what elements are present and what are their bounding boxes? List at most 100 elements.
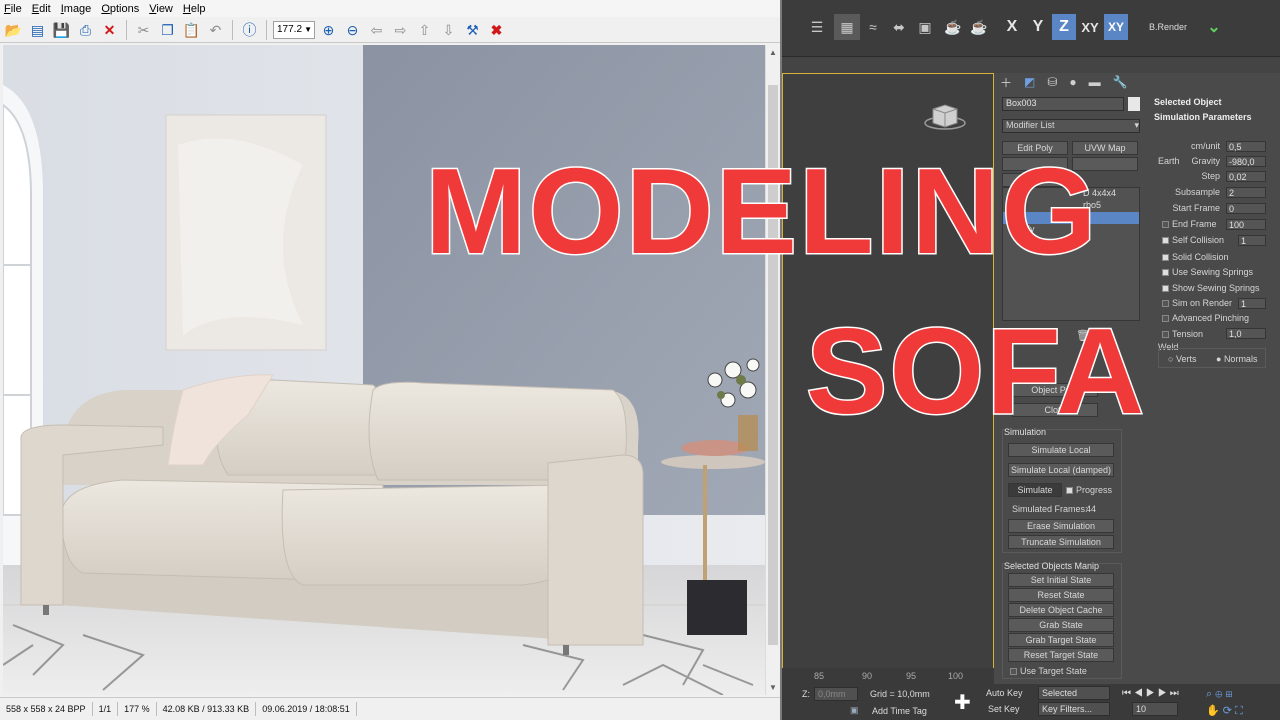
start-frame-spinner[interactable]: 0 xyxy=(1226,203,1266,214)
z-coordinate-field[interactable]: 0,0mm xyxy=(814,687,858,701)
axis-xy-cycle-button[interactable]: XY xyxy=(1104,14,1128,40)
previous-icon[interactable]: ⇦ xyxy=(366,19,387,40)
cut-icon[interactable]: ✂ xyxy=(133,19,154,40)
paste-icon[interactable]: 📋 xyxy=(181,19,202,40)
modifier-list-dropdown[interactable]: Modifier List ▾ xyxy=(1002,119,1140,133)
simulate-local-damped-button[interactable]: Simulate Local (damped) xyxy=(1008,463,1114,477)
curve-editor-icon[interactable]: ≈ xyxy=(860,14,886,40)
time-tag-icon[interactable]: ▣ xyxy=(850,705,859,716)
subsample-spinner[interactable]: 2 xyxy=(1226,187,1266,198)
grab-state-button[interactable]: Grab State xyxy=(1008,618,1114,632)
advanced-pinching-checkbox[interactable]: Advanced Pinching xyxy=(1162,313,1249,323)
earth-button[interactable]: Earth xyxy=(1158,156,1180,166)
save-icon[interactable]: 💾 xyxy=(51,19,72,40)
settings-icon[interactable]: ⚒ xyxy=(462,19,483,40)
render-icon[interactable]: ☕ xyxy=(966,14,992,40)
timeline-ruler[interactable]: 85 90 95 100 xyxy=(782,668,994,684)
open-folder-icon[interactable]: 📂 xyxy=(3,19,24,40)
undo-icon[interactable]: ↶ xyxy=(205,19,226,40)
motion-tab-icon[interactable]: ● xyxy=(1069,75,1076,89)
playback-controls[interactable]: ⏮◀▶▶⏭ xyxy=(1122,688,1182,699)
verts-radio[interactable]: ○ Verts xyxy=(1168,354,1196,364)
self-collision-spinner[interactable]: 1 xyxy=(1238,235,1266,246)
selection-set-dropdown[interactable]: Selected xyxy=(1038,686,1110,700)
schematic-icon[interactable]: ⬌ xyxy=(886,14,912,40)
simulate-button[interactable]: Simulate xyxy=(1008,483,1062,497)
normals-radio[interactable]: ● Normals xyxy=(1216,354,1257,364)
tension-checkbox[interactable]: Tension xyxy=(1162,329,1203,339)
end-frame-checkbox[interactable]: End Frame xyxy=(1162,219,1217,229)
scroll-up-icon[interactable]: ▲ xyxy=(769,48,777,57)
selected-object-rollout[interactable]: Selected Object xyxy=(1154,97,1222,107)
page-up-icon[interactable]: ⇧ xyxy=(414,19,435,40)
scene-explorer-icon[interactable]: ▦ xyxy=(834,14,860,40)
copy-icon[interactable]: ❐ xyxy=(157,19,178,40)
solid-collision-checkbox[interactable]: Solid Collision xyxy=(1162,252,1229,262)
use-sewing-springs-checkbox[interactable]: Use Sewing Springs xyxy=(1162,267,1253,277)
info-icon[interactable]: ⓘ xyxy=(239,19,260,40)
expand-chevron-icon[interactable]: ⌄ xyxy=(1200,14,1228,40)
orbit-pan-icons[interactable]: ✋ ⟳ ⛶ xyxy=(1206,704,1243,718)
sim-on-render-checkbox[interactable]: Sim on Render xyxy=(1162,298,1232,308)
menu-view[interactable]: View xyxy=(149,3,173,15)
zoom-select[interactable]: 177.2 ▼ xyxy=(273,20,315,39)
scroll-down-icon[interactable]: ▼ xyxy=(769,683,777,692)
utilities-tab-icon[interactable]: 🔧 xyxy=(1113,75,1128,89)
menu-edit[interactable]: Edit xyxy=(32,3,51,15)
progress-checkbox[interactable]: Progress xyxy=(1066,485,1112,495)
page-down-icon[interactable]: ⇩ xyxy=(438,19,459,40)
show-sewing-springs-checkbox[interactable]: Show Sewing Springs xyxy=(1162,283,1260,293)
menu-options[interactable]: Options xyxy=(101,3,139,15)
use-target-state-checkbox[interactable]: Use Target State xyxy=(1010,666,1087,676)
auto-key-button[interactable]: Auto Key xyxy=(986,688,1023,698)
simulation-parameters-rollout[interactable]: Simulation Parameters xyxy=(1154,112,1252,122)
gravity-spinner[interactable]: -980,0 xyxy=(1226,156,1266,167)
sim-on-render-spinner[interactable]: 1 xyxy=(1238,298,1266,309)
reset-target-state-button[interactable]: Reset Target State xyxy=(1008,648,1114,662)
end-frame-spinner[interactable]: 100 xyxy=(1226,219,1266,230)
viewport-navigation-icons[interactable]: ⌕ ⊕ ⊞ xyxy=(1206,688,1232,701)
set-initial-state-button[interactable]: Set Initial State xyxy=(1008,573,1114,587)
hierarchy-tab-icon[interactable]: ⛁ xyxy=(1047,75,1057,89)
zoom-in-icon[interactable]: ⊕ xyxy=(318,19,339,40)
menu-image[interactable]: Image xyxy=(61,3,92,15)
set-key-button[interactable]: Set Key xyxy=(988,704,1020,714)
exit-icon[interactable]: ✖ xyxy=(486,19,507,40)
object-color-swatch[interactable] xyxy=(1128,97,1140,111)
zoom-out-icon[interactable]: ⊖ xyxy=(342,19,363,40)
render-setup-icon[interactable]: ☕ xyxy=(940,14,966,40)
axis-y-button[interactable]: Y xyxy=(1026,14,1050,40)
modify-tab-icon[interactable]: ◩ xyxy=(1024,75,1035,89)
erase-simulation-button[interactable]: Erase Simulation xyxy=(1008,519,1114,533)
delete-icon[interactable]: ✕ xyxy=(99,19,120,40)
tension-spinner[interactable]: 1,0 xyxy=(1226,328,1266,339)
grab-target-state-button[interactable]: Grab Target State xyxy=(1008,633,1114,647)
axis-x-button[interactable]: X xyxy=(1000,14,1024,40)
print-icon[interactable]: ⎙ xyxy=(75,19,96,40)
current-frame-field[interactable]: 10 xyxy=(1132,702,1178,716)
simulate-local-button[interactable]: Simulate Local xyxy=(1008,443,1114,457)
material-editor-icon[interactable]: ▣ xyxy=(912,14,938,40)
axis-xy-button[interactable]: XY xyxy=(1078,14,1102,40)
b-render-button[interactable]: B.Render xyxy=(1142,18,1194,36)
key-filters-button[interactable]: Key Filters... xyxy=(1038,702,1110,716)
delete-object-cache-button[interactable]: Delete Object Cache xyxy=(1008,603,1114,617)
step-spinner[interactable]: 0,02 xyxy=(1226,171,1266,182)
menu-file[interactable]: File xyxy=(4,3,22,15)
cm-unit-spinner[interactable]: 0,5 xyxy=(1226,141,1266,152)
viewcube-icon[interactable] xyxy=(923,101,967,131)
self-collision-checkbox[interactable]: Self Collision xyxy=(1162,235,1224,245)
add-key-icon[interactable]: ✚ xyxy=(954,690,971,715)
add-time-tag-button[interactable]: Add Time Tag xyxy=(872,706,927,716)
object-name-field[interactable]: Box003 xyxy=(1002,97,1124,111)
menu-help[interactable]: Help xyxy=(183,3,206,15)
display-tab-icon[interactable]: ▬ xyxy=(1089,75,1101,89)
z-label: Z: xyxy=(802,689,810,699)
create-tab-icon[interactable]: ＋ xyxy=(1000,74,1012,91)
truncate-simulation-button[interactable]: Truncate Simulation xyxy=(1008,535,1114,549)
reset-state-button[interactable]: Reset State xyxy=(1008,588,1114,602)
layer-icon[interactable]: ☰ xyxy=(804,14,830,40)
next-icon[interactable]: ⇨ xyxy=(390,19,411,40)
thumbnails-icon[interactable]: ▤ xyxy=(27,19,48,40)
axis-z-button[interactable]: Z xyxy=(1052,14,1076,40)
